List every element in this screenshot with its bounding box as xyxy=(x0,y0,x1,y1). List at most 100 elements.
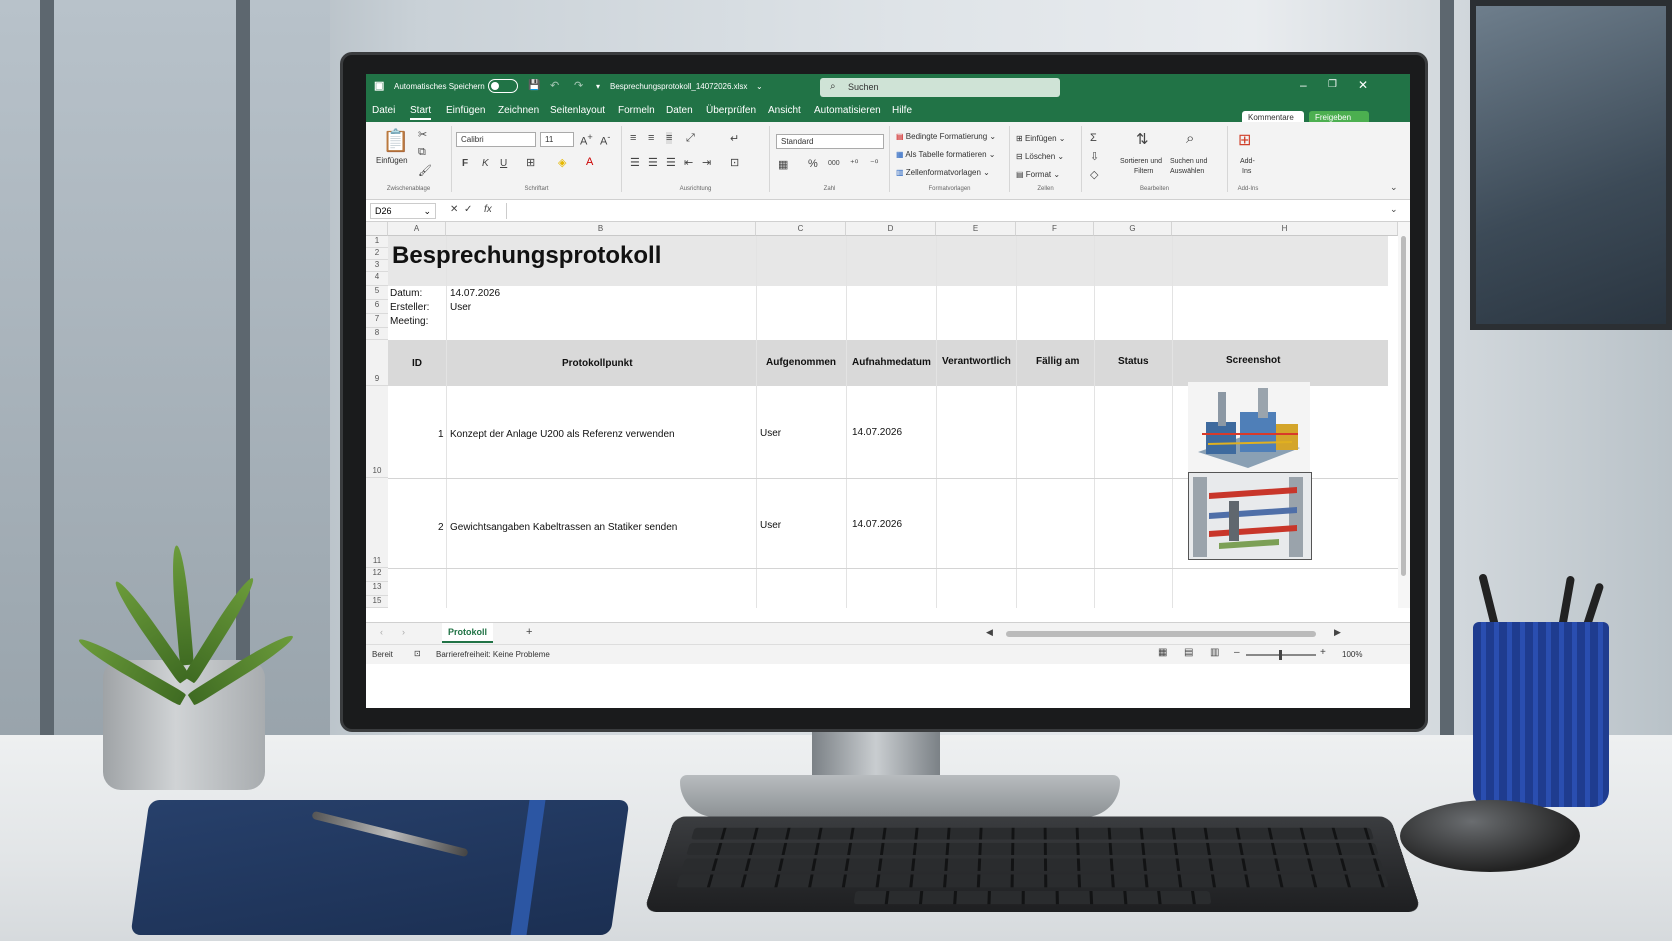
entry-date[interactable]: 14.07.2026 xyxy=(852,519,902,530)
fill-icon[interactable]: ⇩ xyxy=(1090,150,1099,163)
save-icon[interactable]: 💾 xyxy=(528,80,540,91)
find-select-label-1[interactable]: Suchen und xyxy=(1170,158,1207,165)
copy-icon[interactable]: ⧉ xyxy=(418,146,426,159)
orientation-icon[interactable]: ⤢ xyxy=(686,132,695,145)
thousands-button[interactable]: 000 xyxy=(828,160,840,167)
align-center-icon[interactable]: ☰ xyxy=(648,156,658,169)
formula-input[interactable] xyxy=(506,203,1326,219)
row-header[interactable]: 12 xyxy=(366,568,388,582)
cut-icon[interactable]: ✂ xyxy=(418,128,427,141)
meta-label-ersteller[interactable]: Ersteller: xyxy=(390,302,429,313)
row-header[interactable]: 11 xyxy=(366,478,388,568)
column-header-a[interactable]: A xyxy=(388,222,446,236)
zoom-in-icon[interactable]: + xyxy=(1320,647,1326,658)
scroll-left-icon[interactable]: ◀ xyxy=(986,627,993,638)
insert-cells-button[interactable]: ⊞ Einfügen ⌄ xyxy=(1016,134,1065,143)
header-screenshot[interactable]: Screenshot xyxy=(1226,355,1280,366)
restore-icon[interactable]: ❐ xyxy=(1328,79,1337,90)
align-middle-icon[interactable]: ≡ xyxy=(648,132,654,144)
file-name[interactable]: Besprechungsprotokoll_14072026.xlsx xyxy=(610,82,747,91)
redo-icon[interactable]: ↷ xyxy=(574,79,583,92)
row-header[interactable]: 3 xyxy=(366,260,388,272)
column-header-f[interactable]: F xyxy=(1016,222,1094,236)
menu-formeln[interactable]: Formeln xyxy=(618,105,655,116)
percent-button[interactable]: % xyxy=(808,158,818,170)
menu-seitenlayout[interactable]: Seitenlayout xyxy=(550,105,605,116)
sort-filter-label-2[interactable]: Filtern xyxy=(1134,168,1153,175)
font-size-select[interactable]: 11 xyxy=(540,132,574,147)
scroll-thumb[interactable] xyxy=(1401,236,1406,576)
font-name-select[interactable]: Calibri xyxy=(456,132,536,147)
meta-label-datum[interactable]: Datum: xyxy=(390,288,422,299)
align-left-icon[interactable]: ☰ xyxy=(630,156,640,169)
menu-ansicht[interactable]: Ansicht xyxy=(768,105,801,116)
italic-button[interactable]: K xyxy=(482,158,489,169)
meta-value-datum[interactable]: 14.07.2026 xyxy=(450,288,500,299)
align-right-icon[interactable]: ☰ xyxy=(666,156,676,169)
row-header[interactable]: 1 xyxy=(366,236,388,248)
addins-label-1[interactable]: Add- xyxy=(1240,158,1255,165)
find-select-icon[interactable]: ⌕ xyxy=(1186,130,1194,147)
vertical-scrollbar[interactable] xyxy=(1398,222,1410,608)
column-header-g[interactable]: G xyxy=(1094,222,1172,236)
paste-icon[interactable]: 📋 xyxy=(382,128,409,154)
header-aufgenommen[interactable]: Aufgenommen xyxy=(766,357,836,368)
menu-zeichnen[interactable]: Zeichnen xyxy=(498,105,539,116)
insert-function-button[interactable]: fx xyxy=(484,204,492,215)
addins-label-2[interactable]: Ins xyxy=(1242,168,1251,175)
format-cells-button[interactable]: ▤ Format ⌄ xyxy=(1016,170,1060,179)
font-color-icon[interactable]: A xyxy=(586,156,593,168)
decrease-font-icon[interactable]: A- xyxy=(600,132,610,148)
increase-decimal-icon[interactable]: ⁺⁰ xyxy=(850,158,858,169)
worksheet-grid[interactable]: A B C D E F G H 1 2 3 4 5 6 7 8 9 10 11 … xyxy=(366,222,1410,608)
zoom-slider-thumb[interactable] xyxy=(1279,650,1282,660)
entry-text[interactable]: Konzept der Anlage U200 als Referenz ver… xyxy=(450,429,675,440)
row-header[interactable]: 13 xyxy=(366,582,388,596)
find-select-label-2[interactable]: Auswählen xyxy=(1170,168,1204,175)
row-header[interactable]: 4 xyxy=(366,272,388,286)
currency-icon[interactable]: ▦ xyxy=(778,158,788,171)
entry-date[interactable]: 14.07.2026 xyxy=(852,427,902,438)
menu-einfuegen[interactable]: Einfügen xyxy=(446,105,485,116)
select-all-corner[interactable] xyxy=(366,222,388,236)
header-faellig-am[interactable]: Fällig am xyxy=(1036,356,1079,367)
row-header[interactable]: 2 xyxy=(366,248,388,260)
tab-protokoll[interactable]: Protokoll xyxy=(442,623,494,643)
confirm-entry-icon[interactable]: ✓ xyxy=(464,204,472,215)
merge-cells-icon[interactable]: ⊡ xyxy=(730,156,739,169)
row-header[interactable]: 15 xyxy=(366,596,388,608)
autosum-icon[interactable]: Σ xyxy=(1090,132,1097,144)
page-break-view-icon[interactable]: ▥ xyxy=(1210,647,1219,658)
row-header[interactable]: 5 xyxy=(366,286,388,300)
name-box[interactable]: D26 ⌄ xyxy=(370,203,436,219)
align-top-icon[interactable]: ≡ xyxy=(630,132,636,144)
column-header-e[interactable]: E xyxy=(936,222,1016,236)
decrease-decimal-icon[interactable]: ⁻⁰ xyxy=(870,158,878,169)
header-protokollpunkt[interactable]: Protokollpunkt xyxy=(562,358,633,369)
menu-automatisieren[interactable]: Automatisieren xyxy=(814,105,881,116)
underline-button[interactable]: U xyxy=(500,158,507,169)
fill-color-icon[interactable]: ◈ xyxy=(558,156,566,169)
row-header[interactable]: 8 xyxy=(366,328,388,340)
header-aufnahmedatum[interactable]: Aufnahmedatum xyxy=(852,357,931,368)
entry-id[interactable]: 2 xyxy=(438,522,444,533)
meta-label-meeting[interactable]: Meeting: xyxy=(390,316,428,327)
meta-value-ersteller[interactable]: User xyxy=(450,302,471,313)
increase-indent-icon[interactable]: ⇥ xyxy=(702,156,711,169)
search-input[interactable]: ⌕ Suchen xyxy=(820,78,1060,97)
screenshot-cable-tray-image[interactable] xyxy=(1188,472,1312,560)
conditional-formatting-button[interactable]: ▤ Bedingte Formatierung ⌄ xyxy=(896,132,996,141)
header-id[interactable]: ID xyxy=(412,358,422,369)
menu-ueberpruefen[interactable]: Überprüfen xyxy=(706,105,756,116)
entry-text[interactable]: Gewichtsangaben Kabeltrassen an Statiker… xyxy=(450,522,677,533)
wrap-text-icon[interactable]: ↵ xyxy=(730,132,739,145)
column-header-b[interactable]: B xyxy=(446,222,756,236)
increase-font-icon[interactable]: A+ xyxy=(580,132,593,148)
ribbon-collapse-icon[interactable]: ⌄ xyxy=(1390,182,1398,193)
chevron-down-icon[interactable]: ⌄ xyxy=(756,82,763,91)
page-layout-view-icon[interactable]: ▤ xyxy=(1184,647,1193,658)
menu-start[interactable]: Start xyxy=(410,105,432,120)
autosave-toggle[interactable] xyxy=(488,79,518,93)
row-header[interactable]: 6 xyxy=(366,300,388,314)
menu-daten[interactable]: Daten xyxy=(666,105,693,116)
